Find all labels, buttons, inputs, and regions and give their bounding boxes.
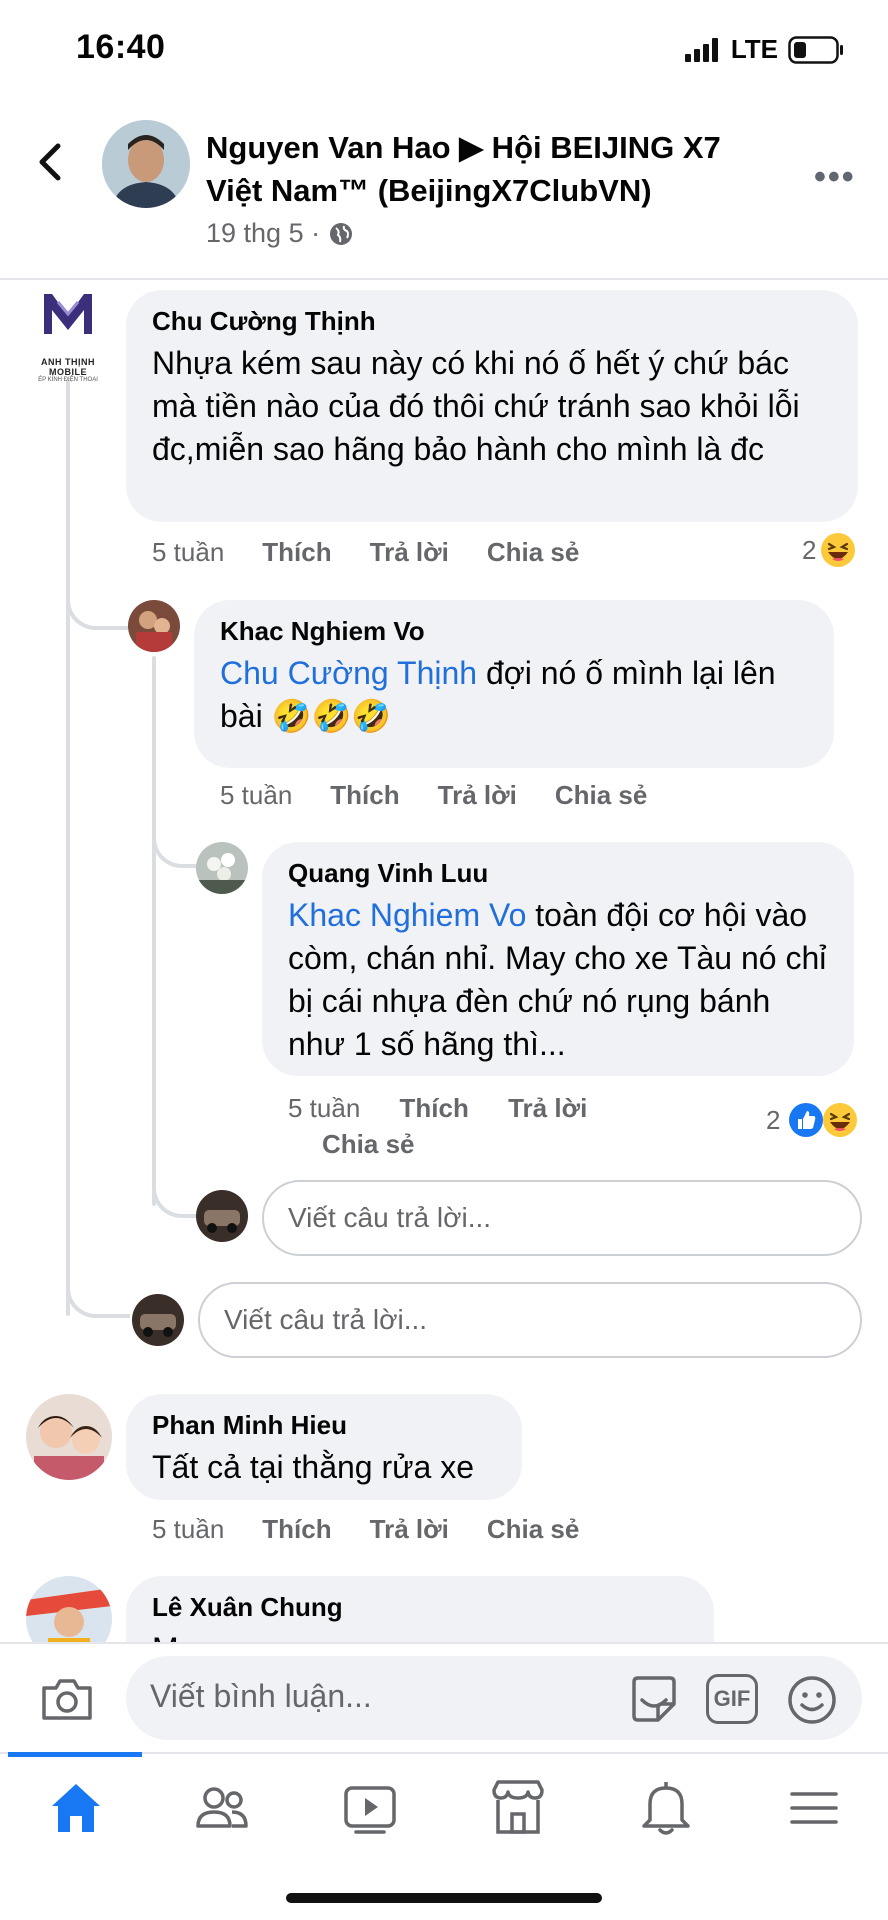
comment-actions: 5 tuần Thích Trả lời Chia sẻ: [152, 1514, 579, 1545]
thread-branch: [152, 822, 198, 868]
comment-text: M: [152, 1628, 688, 1642]
status-time: 16:40: [76, 28, 166, 66]
my-avatar: [196, 1190, 248, 1242]
comment-text: Tất cả tại thằng rửa xe: [152, 1449, 475, 1485]
car-photo-icon: [132, 1294, 184, 1346]
share-button[interactable]: Chia sẻ: [487, 1514, 580, 1545]
comment-actions: 5 tuần Thích Trả lời Chia sẻ: [220, 780, 647, 811]
comment-text: Nhựa kém sau này có khi nó ố hết ý chứ b…: [152, 345, 800, 467]
like-button[interactable]: Thích: [262, 1514, 331, 1545]
camera-icon[interactable]: [40, 1676, 94, 1722]
comment-author[interactable]: Lê Xuân Chung: [152, 1590, 688, 1624]
like-button[interactable]: Thích: [330, 780, 399, 811]
reaction-summary[interactable]: 2: [802, 532, 856, 568]
share-button[interactable]: Chia sẻ: [555, 780, 648, 811]
comment-bubble[interactable]: Phan Minh Hieu Tất cả tại thằng rửa xe: [126, 1394, 522, 1500]
author-avatar[interactable]: [102, 120, 190, 208]
thread-branch: [152, 1170, 198, 1218]
comment-time: 5 tuần: [220, 780, 293, 810]
commenter-avatar[interactable]: [196, 842, 248, 894]
home-indicator: [286, 1893, 602, 1903]
comment-time: 5 tuần: [288, 1093, 361, 1123]
logo-subcaption: ÉP KÍNH ĐIỆN THOẠI: [38, 377, 98, 383]
comment-author[interactable]: Phan Minh Hieu: [152, 1408, 496, 1442]
comment-time: 5 tuần: [152, 1514, 225, 1544]
marketplace-icon[interactable]: [486, 1776, 550, 1840]
status-indicators: LTE: [684, 34, 844, 65]
share-button[interactable]: Chia sẻ: [322, 1129, 415, 1159]
haha-icon: [823, 1103, 858, 1137]
like-button[interactable]: Thích: [262, 537, 331, 568]
flower-photo-icon: [196, 842, 248, 894]
active-tab-indicator: [8, 1752, 142, 1757]
network-label: LTE: [730, 34, 778, 64]
person-photo-icon: [102, 120, 190, 208]
comment-time: 5 tuần: [152, 537, 225, 567]
like-button[interactable]: Thích: [400, 1093, 469, 1123]
brand-logo-icon: [44, 294, 92, 334]
car-photo-icon: [196, 1190, 248, 1242]
reply-input[interactable]: Viết câu trả lời...: [198, 1282, 862, 1358]
comment-actions: 5 tuần Thích Trả lời Chia sẻ: [152, 537, 579, 568]
notifications-icon[interactable]: [634, 1776, 698, 1840]
person-photo-icon: [128, 600, 180, 652]
gif-button[interactable]: GIF: [706, 1674, 758, 1724]
emoji-icon[interactable]: [786, 1674, 838, 1726]
commenter-avatar[interactable]: [26, 1576, 112, 1642]
thread-line: [66, 380, 70, 1316]
share-button[interactable]: Chia sẻ: [487, 537, 580, 568]
my-avatar: [132, 1294, 184, 1346]
commenter-avatar[interactable]: [26, 1394, 112, 1480]
mention-link[interactable]: Chu Cường Thịnh: [220, 655, 477, 691]
watch-icon[interactable]: [338, 1776, 402, 1840]
friends-icon[interactable]: [190, 1776, 254, 1840]
signal-icon: [684, 37, 718, 62]
comment-bubble[interactable]: Chu Cường Thịnh Nhựa kém sau này có khi …: [126, 290, 858, 522]
logo-caption: ANH THỊNH MOBILE: [41, 357, 95, 377]
reaction-summary[interactable]: 2: [766, 1102, 858, 1138]
post-title[interactable]: Nguyen Van Hao ▶ Hội BEIJING X7 Việt Nam…: [206, 126, 766, 212]
reply-button[interactable]: Trả lời: [370, 1514, 449, 1545]
commenter-avatar[interactable]: ANH THỊNH MOBILE ÉP KÍNH ĐIỆN THOẠI: [22, 290, 114, 383]
reply-button[interactable]: Trả lời: [370, 537, 449, 568]
haha-icon: [821, 533, 856, 567]
comment-text: Chu Cường Thịnh đợi nó ố mình lại lên bà…: [220, 652, 808, 738]
battery-icon: [788, 35, 843, 64]
comment-actions: 5 tuần Thích Trả lời Chia sẻ: [288, 1090, 628, 1162]
sticker-icon[interactable]: [628, 1674, 680, 1724]
home-icon[interactable]: [44, 1776, 108, 1840]
reply-bubble[interactable]: Quang Vinh Luu Khac Nghiem Vo toàn đội c…: [262, 842, 854, 1076]
menu-icon[interactable]: [782, 1776, 846, 1840]
reply-bubble[interactable]: Khac Nghiem Vo Chu Cường Thịnh đợi nó ố …: [194, 600, 834, 768]
mention-link[interactable]: Khac Nghiem Vo: [288, 897, 526, 933]
comment-author[interactable]: Khac Nghiem Vo: [220, 614, 808, 648]
reply-input[interactable]: Viết câu trả lời...: [262, 1180, 862, 1256]
thread-line-nested: [152, 656, 156, 1206]
reaction-count: 2: [766, 1104, 781, 1135]
partial-comment-clip: Lê Xuân Chung M: [0, 1574, 888, 1642]
comment-bubble[interactable]: Lê Xuân Chung M: [126, 1576, 714, 1642]
post-meta: 19 thg 5 ·: [206, 218, 354, 249]
thread-branch: [66, 1270, 130, 1318]
reply-button[interactable]: Trả lời: [508, 1093, 587, 1123]
reply-button[interactable]: Trả lời: [438, 780, 517, 811]
commenter-avatar[interactable]: [128, 600, 180, 652]
comment-text: Khac Nghiem Vo toàn đội cơ hội vào còm, …: [288, 894, 828, 1066]
reaction-count: 2: [802, 534, 817, 565]
more-options-icon[interactable]: •••: [814, 158, 856, 197]
comment-author[interactable]: Chu Cường Thịnh: [152, 304, 832, 338]
thread-branch: [66, 580, 128, 630]
like-reaction-icon: [789, 1103, 824, 1137]
post-date: 19 thg 5 ·: [206, 218, 321, 248]
globe-icon: [330, 222, 353, 245]
back-arrow-icon[interactable]: [30, 140, 74, 184]
children-photo-icon: [26, 1394, 112, 1480]
comment-author[interactable]: Quang Vinh Luu: [288, 856, 828, 890]
person-photo-icon: [26, 1576, 112, 1642]
